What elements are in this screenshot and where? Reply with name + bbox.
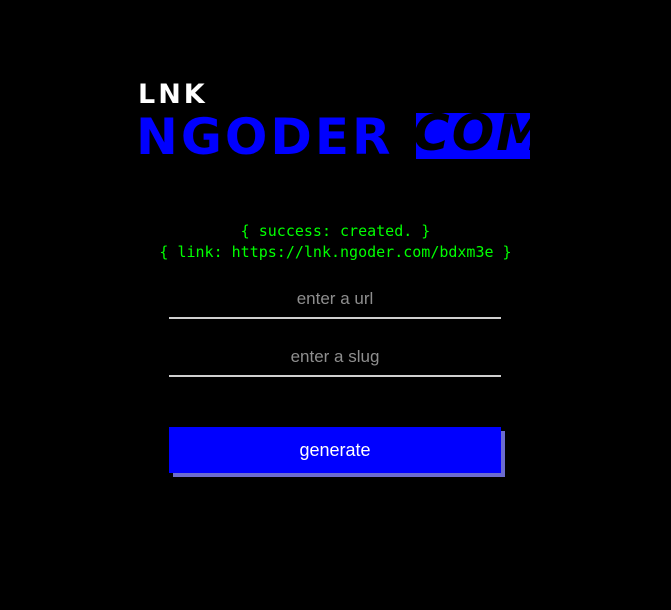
status-message: { success: created. } { link: https://ln…: [0, 221, 671, 263]
url-input[interactable]: [169, 281, 501, 319]
site-logo: LNK NGODER COM: [136, 78, 538, 166]
logo-main-text: NGODER: [136, 108, 394, 166]
logo-top-text: LNK: [138, 79, 208, 110]
logo-suffix-text: COM: [416, 113, 530, 159]
logo-wordmark: NGODER COM: [136, 108, 538, 166]
status-link-line: { link: https://lnk.ngoder.com/bdxm3e }: [159, 243, 512, 261]
slug-input[interactable]: [169, 339, 501, 377]
status-success-line: { success: created. }: [240, 222, 431, 240]
generate-button[interactable]: generate: [169, 427, 501, 473]
logo-suffix-block: COM: [416, 113, 530, 159]
